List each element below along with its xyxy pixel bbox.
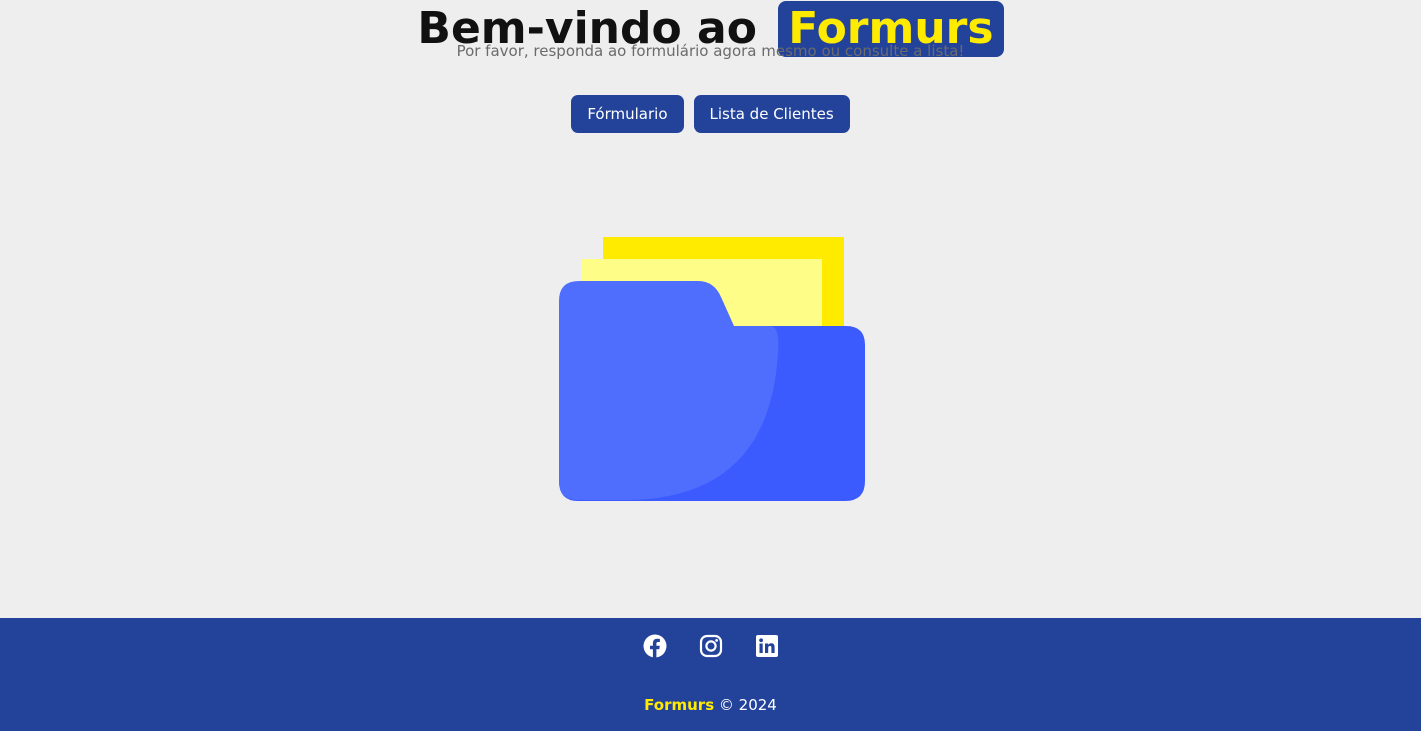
instagram-icon[interactable] (699, 634, 723, 658)
client-list-button[interactable]: Lista de Clientes (693, 95, 850, 133)
facebook-icon[interactable] (643, 634, 667, 658)
subtitle: Por favor, responda ao formulário agora … (456, 42, 965, 60)
social-links (0, 634, 1421, 658)
linkedin-icon[interactable] (755, 634, 779, 658)
folder-icon (559, 237, 865, 501)
form-button[interactable]: Fórmulario (571, 95, 684, 133)
footer-brand: Formurs (644, 696, 715, 714)
copyright: Formurs © 2024 (0, 696, 1421, 714)
footer: Formurs © 2024 (0, 618, 1421, 731)
folder-illustration (558, 237, 866, 502)
action-buttons: Fórmulario Lista de Clientes (0, 95, 1421, 133)
page: Bem-vindo ao Formurs Por favor, responda… (0, 0, 1421, 731)
copyright-text: © 2024 (718, 696, 777, 714)
